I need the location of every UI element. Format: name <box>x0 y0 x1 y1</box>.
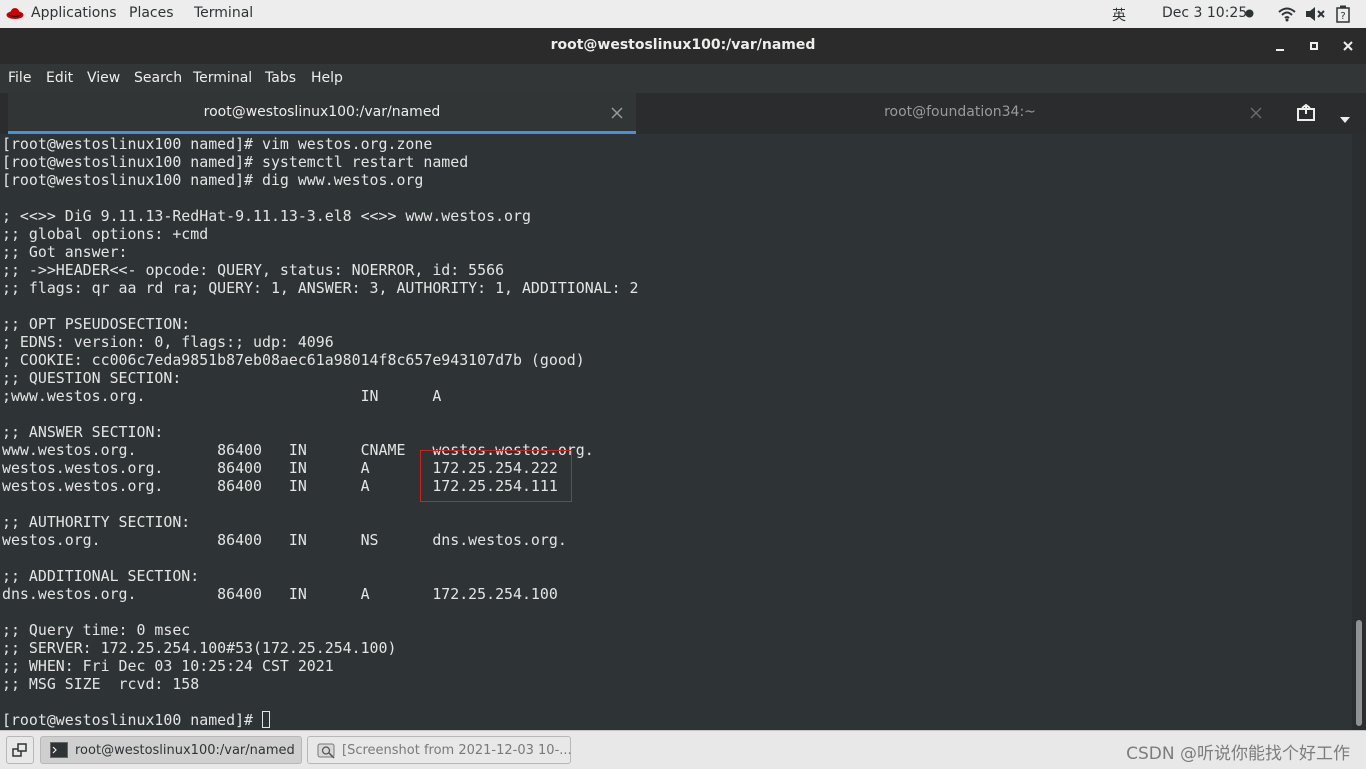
terminal-line: ;; AUTHORITY SECTION: <box>2 513 191 531</box>
minimize-button[interactable] <box>1268 34 1292 58</box>
show-desktop-icon <box>12 743 27 757</box>
terminal-view[interactable]: [root@westoslinux100 named]# vim westos.… <box>0 134 1352 730</box>
terminal-line: [root@westoslinux100 named]# <box>2 711 639 729</box>
tab-foundation34[interactable]: root@foundation34:~ <box>640 93 1280 134</box>
notification-dot-icon <box>1245 9 1254 18</box>
redhat-logo-icon[interactable] <box>6 6 24 20</box>
taskbar-item-label: root@westoslinux100:/var/named <box>75 743 295 758</box>
terminal-line: ;; flags: qr aa rd ra; QUERY: 1, ANSWER:… <box>2 279 639 297</box>
terminal-line: ;; OPT PSEUDOSECTION: <box>2 315 191 333</box>
taskbar-item-screenshot[interactable]: [Screenshot from 2021-12-03 10-... <box>307 736 572 764</box>
terminal-line: ; COOKIE: cc006c7eda9851b87eb08aec61a980… <box>2 351 585 369</box>
input-method-indicator[interactable]: 英 <box>1112 5 1126 25</box>
annotation-highlight-box <box>420 450 572 502</box>
svg-text:?: ? <box>1340 11 1345 22</box>
terminal-cursor <box>261 711 270 728</box>
wifi-icon[interactable] <box>1278 6 1296 22</box>
terminal-line: ;; ->>HEADER<<- opcode: QUERY, status: N… <box>2 261 505 279</box>
terminal-line: ;; MSG SIZE rcvd: 158 <box>2 675 200 693</box>
terminal-line: ;; Query time: 0 msec <box>2 621 191 639</box>
terminal-line: [root@westoslinux100 named]# dig www.wes… <box>2 171 424 189</box>
terminal-line: ; EDNS: version: 0, flags:; udp: 4096 <box>2 333 334 351</box>
terminal-line: ;; Got answer: <box>2 243 128 261</box>
terminal-output: [root@westoslinux100 named]# vim westos.… <box>2 135 639 729</box>
menu-file[interactable]: File <box>8 70 31 86</box>
terminal-line: westos.org. 86400 IN NS dns.westos.org. <box>2 531 567 549</box>
terminal-line: ;; global options: +cmd <box>2 225 209 243</box>
maximize-button[interactable] <box>1302 34 1326 58</box>
menu-help[interactable]: Help <box>311 70 343 86</box>
terminal-line: ;; ANSWER SECTION: <box>2 423 164 441</box>
tab-list-chevron-down-icon[interactable] <box>1339 109 1351 128</box>
terminal-icon <box>50 742 68 762</box>
menu-view[interactable]: View <box>87 70 120 86</box>
places-menu[interactable]: Places <box>129 5 174 21</box>
new-tab-icon[interactable] <box>1296 103 1316 128</box>
screenshot-icon <box>317 741 337 763</box>
menu-terminal[interactable]: Terminal <box>193 70 252 86</box>
battery-unknown-icon[interactable]: ? <box>1336 5 1350 23</box>
terminal-line: [root@westoslinux100 named]# vim westos.… <box>2 135 433 153</box>
terminal-line: ;www.westos.org. IN A <box>2 387 442 405</box>
terminal-line: ;; ADDITIONAL SECTION: <box>2 567 200 585</box>
terminal-app-menu[interactable]: Terminal <box>194 5 253 21</box>
window-titlebar[interactable]: root@westoslinux100:/var/named <box>0 28 1366 64</box>
applications-menu[interactable]: Applications <box>31 5 117 21</box>
tab-westoslinux100[interactable]: root@westoslinux100:/var/named <box>8 93 636 134</box>
tab-bar: root@westoslinux100:/var/named root@foun… <box>0 93 1366 135</box>
terminal-line: [root@westoslinux100 named]# systemctl r… <box>2 153 469 171</box>
terminal-line: ;; QUESTION SECTION: <box>2 369 182 387</box>
terminal-line: dns.westos.org. 86400 IN A 172.25.254.10… <box>2 585 558 603</box>
tab-close-icon[interactable] <box>1250 102 1262 128</box>
terminal-line: ;; WHEN: Fri Dec 03 10:25:24 CST 2021 <box>2 657 334 675</box>
terminal-line: ;; SERVER: 172.25.254.100#53(172.25.254.… <box>2 639 397 657</box>
menubar: File Edit View Search Terminal Tabs Help <box>0 64 1366 93</box>
close-window-button[interactable] <box>1336 34 1360 58</box>
bottom-taskbar: root@westoslinux100:/var/named [Screensh… <box>0 730 1366 769</box>
show-desktop-button[interactable] <box>6 736 34 764</box>
terminal-scrollbar[interactable] <box>1352 134 1366 730</box>
taskbar-item-terminal[interactable]: root@westoslinux100:/var/named <box>40 736 302 764</box>
tab-label: root@westoslinux100:/var/named <box>203 104 441 120</box>
taskbar-item-label: [Screenshot from 2021-12-03 10-... <box>342 743 572 758</box>
clock[interactable]: Dec 3 10:25 <box>1162 5 1247 21</box>
volume-muted-icon[interactable] <box>1305 6 1325 22</box>
scrollbar-thumb[interactable] <box>1356 620 1362 726</box>
tab-close-icon[interactable] <box>611 102 623 128</box>
csdn-watermark: CSDN @听说你能找个好工作 <box>1126 744 1350 764</box>
terminal-line: ; <<>> DiG 9.11.13-RedHat-9.11.13-3.el8 … <box>2 207 531 225</box>
tab-label: root@foundation34:~ <box>884 104 1036 120</box>
window-title: root@westoslinux100:/var/named <box>550 37 816 53</box>
menu-search[interactable]: Search <box>134 70 182 86</box>
menu-edit[interactable]: Edit <box>46 70 73 86</box>
top-panel: Applications Places Terminal 英 Dec 3 10:… <box>0 0 1366 29</box>
menu-tabs[interactable]: Tabs <box>265 70 296 86</box>
